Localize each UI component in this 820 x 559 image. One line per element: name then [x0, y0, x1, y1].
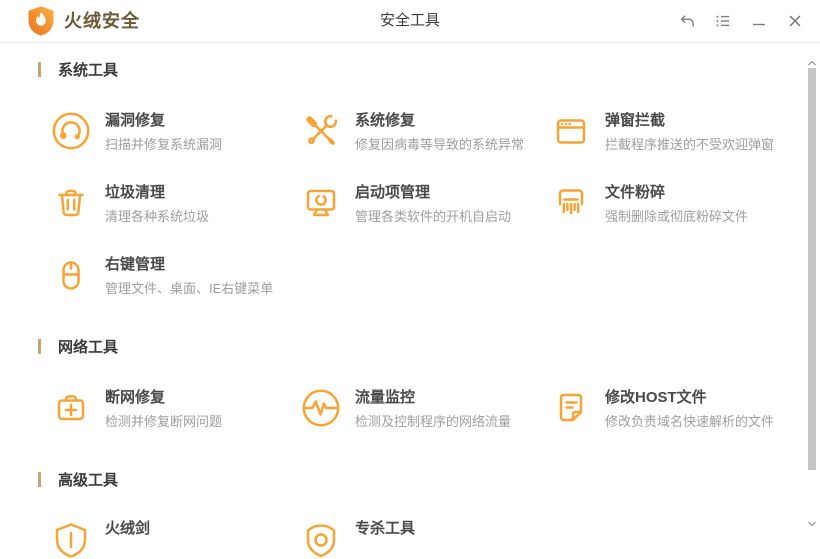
- section-label: 高级工具: [58, 472, 119, 489]
- context-menu-manager-icon: [51, 255, 91, 295]
- tool-title: 断网修复: [105, 389, 166, 406]
- tool-title: 弹窗拦截: [605, 112, 666, 129]
- tool-item-system-repair[interactable]: 系统修复 修复因病毒等导致的系统异常: [301, 111, 551, 152]
- section-header-advanced-tools: 高级工具: [38, 469, 820, 490]
- network-tools-grid: 断网修复 检测并修复断网问题 流量监控 检测及控制程序的网络流量 修改HOST文…: [51, 388, 820, 429]
- tool-item-network-repair[interactable]: 断网修复 检测并修复断网问题: [51, 388, 301, 429]
- titlebar: 火绒安全 安全工具: [0, 0, 820, 43]
- tool-title: 启动项管理: [355, 184, 431, 201]
- tool-title: 系统修复: [355, 112, 416, 129]
- junk-cleaner-icon: [51, 183, 91, 223]
- tool-desc: 检测及控制程序的网络流量: [355, 414, 512, 429]
- tool-desc: 检测并修复断网问题: [105, 414, 223, 429]
- tool-desc: 强制删除或彻底粉碎文件: [605, 209, 749, 224]
- tool-title: 专杀工具: [355, 520, 416, 537]
- vulnerability-fix-icon: [51, 111, 91, 151]
- tool-desc: 扫描并修复系统漏洞: [105, 137, 223, 152]
- tool-item-vulnerability-fix[interactable]: 漏洞修复 扫描并修复系统漏洞: [51, 111, 301, 152]
- tool-item-junk-cleaner[interactable]: 垃圾清理 清理各种系统垃圾: [51, 183, 301, 224]
- section-label: 网络工具: [58, 339, 119, 356]
- section-header-system-tools: 系统工具: [38, 59, 820, 80]
- task-list-button[interactable]: [712, 10, 734, 32]
- scrollbar-thumb[interactable]: [808, 68, 816, 470]
- tool-desc: 管理文件、桌面、IE右键菜单: [105, 281, 274, 296]
- startup-manager-icon: [301, 183, 341, 223]
- huorong-sword-icon: [51, 519, 91, 559]
- tool-title: 文件粉碎: [605, 184, 666, 201]
- tool-title: 垃圾清理: [105, 184, 166, 201]
- minimize-button[interactable]: [748, 10, 770, 32]
- tool-item-startup-manager[interactable]: 启动项管理 管理各类软件的开机自启动: [301, 183, 551, 224]
- tools-page: 系统工具 漏洞修复 扫描并修复系统漏洞 系统修复 修复因病毒等导致的系统异常 弹…: [0, 59, 820, 559]
- host-file-icon: [551, 388, 591, 428]
- tool-title: 火绒剑: [105, 520, 151, 537]
- network-repair-icon: [51, 388, 91, 428]
- tool-item-special-kill-tool[interactable]: 专杀工具: [301, 519, 551, 559]
- tool-item-popup-blocker[interactable]: 弹窗拦截 拦截程序推送的不受欢迎弹窗: [551, 111, 811, 152]
- tool-desc: 拦截程序推送的不受欢迎弹窗: [605, 137, 775, 152]
- tool-desc: 修复因病毒等导致的系统异常: [355, 137, 525, 152]
- section-marker: [38, 472, 41, 487]
- popup-blocker-icon: [551, 111, 591, 151]
- tool-desc: 清理各种系统垃圾: [105, 209, 210, 224]
- scrollbar: [803, 43, 820, 540]
- back-button[interactable]: [676, 10, 698, 32]
- tool-desc: 修改负责域名快速解析的文件: [605, 414, 775, 429]
- tool-desc: 管理各类软件的开机自启动: [355, 209, 512, 224]
- section-label: 系统工具: [58, 62, 119, 79]
- close-button[interactable]: [784, 10, 806, 32]
- traffic-monitor-icon: [301, 388, 341, 428]
- tool-item-context-menu-manager[interactable]: 右键管理 管理文件、桌面、IE右键菜单: [51, 255, 301, 296]
- tool-item-traffic-monitor[interactable]: 流量监控 检测及控制程序的网络流量: [301, 388, 551, 429]
- window-controls: [676, 0, 806, 42]
- tool-title: 修改HOST文件: [605, 389, 707, 406]
- scroll-down-icon[interactable]: [807, 515, 817, 527]
- scroll-up-icon[interactable]: [807, 54, 817, 66]
- file-shredder-icon: [551, 183, 591, 223]
- system-repair-icon: [301, 111, 341, 151]
- tool-item-huorong-sword[interactable]: 火绒剑: [51, 519, 301, 559]
- section-marker: [38, 339, 41, 354]
- section-header-network-tools: 网络工具: [38, 336, 820, 357]
- section-marker: [38, 62, 41, 77]
- system-tools-grid: 漏洞修复 扫描并修复系统漏洞 系统修复 修复因病毒等导致的系统异常 弹窗拦截 拦…: [51, 111, 820, 296]
- tool-title: 右键管理: [105, 256, 166, 273]
- tool-title: 漏洞修复: [105, 112, 166, 129]
- tool-item-file-shredder[interactable]: 文件粉碎 强制删除或彻底粉碎文件: [551, 183, 811, 224]
- tool-item-host-file[interactable]: 修改HOST文件 修改负责域名快速解析的文件: [551, 388, 811, 429]
- advanced-tools-grid: 火绒剑 专杀工具: [51, 519, 820, 559]
- special-kill-tool-icon: [301, 519, 341, 559]
- tool-title: 流量监控: [355, 389, 416, 406]
